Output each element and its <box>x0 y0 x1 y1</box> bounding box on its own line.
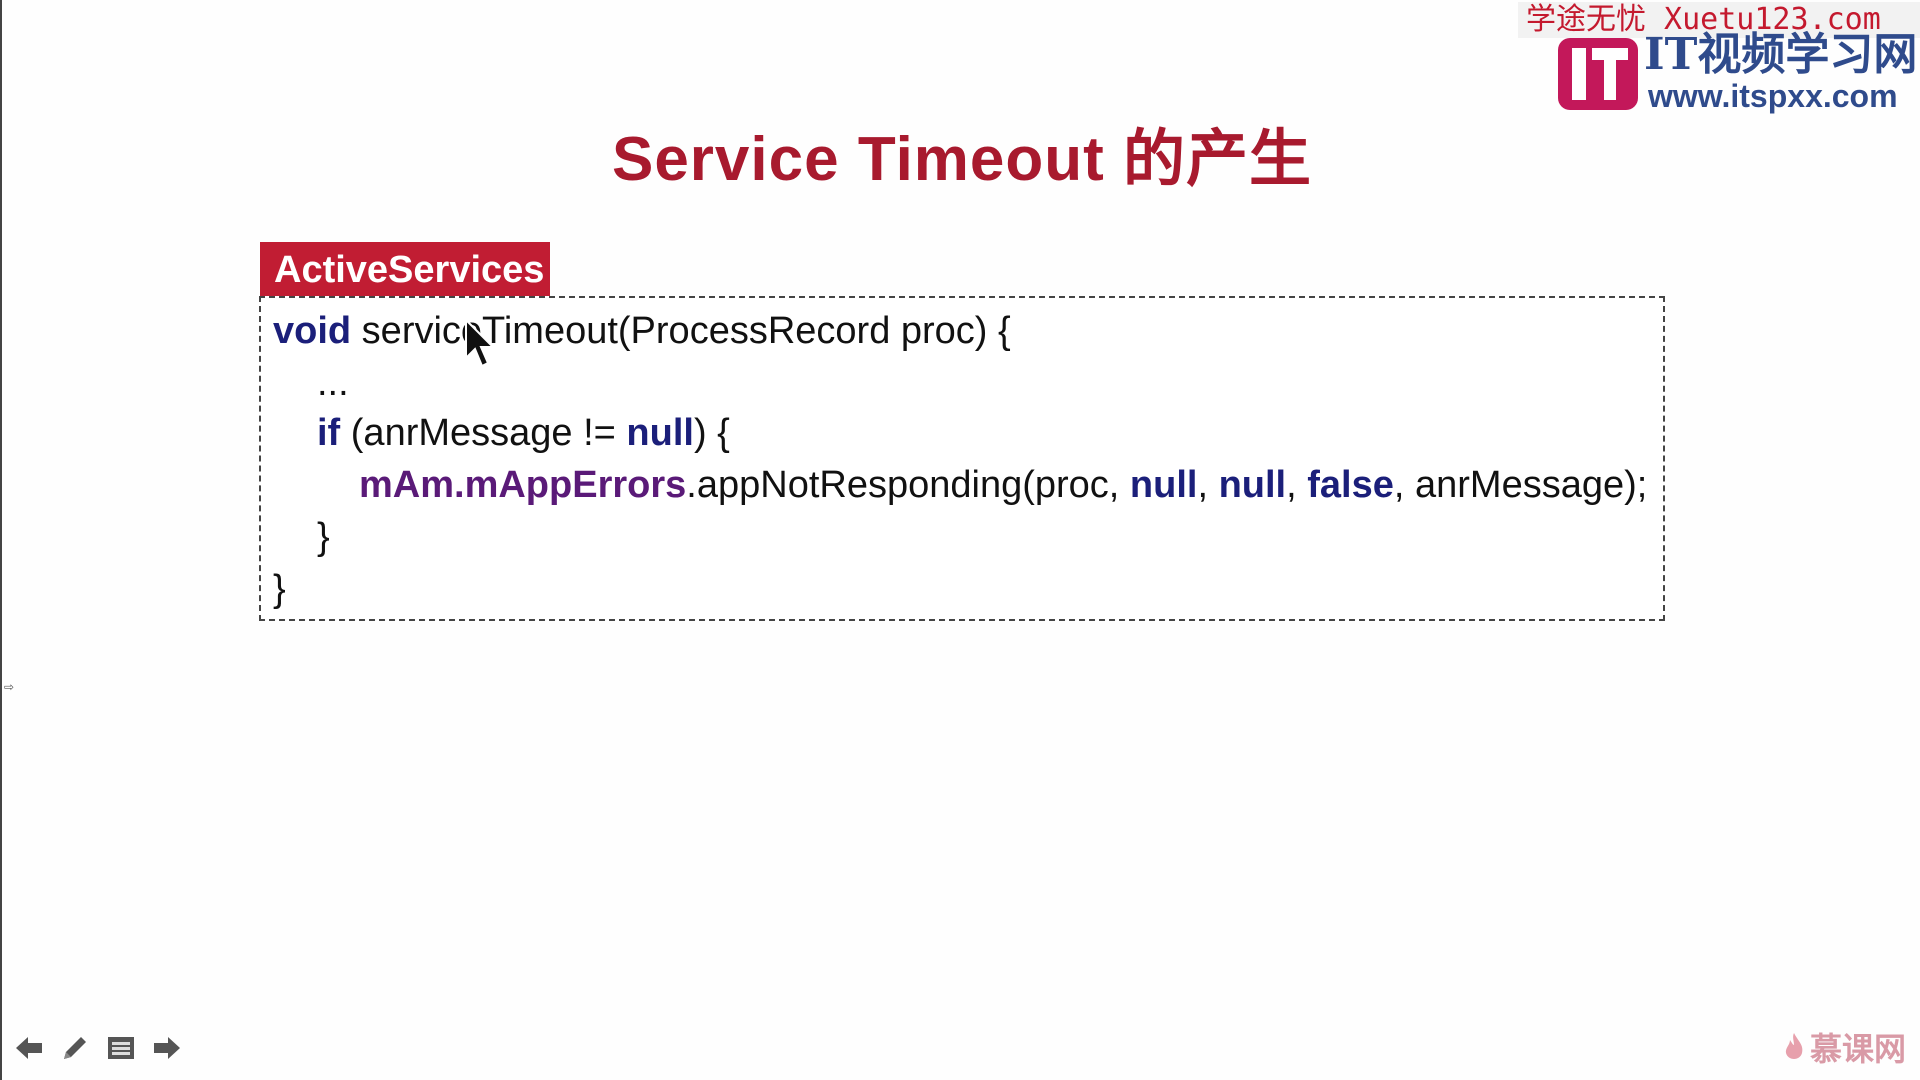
code-keyword: null <box>1218 464 1287 506</box>
code-text: } <box>273 568 286 610</box>
slide-nav <box>12 1030 184 1066</box>
it-logo-icon <box>1558 34 1638 112</box>
footer-logo-text: 慕课网 <box>1809 1030 1906 1068</box>
code-keyword: if <box>317 412 341 454</box>
code-keyword: false <box>1307 464 1394 506</box>
mouse-cursor-icon <box>464 317 496 370</box>
code-text: , <box>1197 464 1219 506</box>
code-text: (anrMessage != <box>340 412 627 454</box>
menu-icon[interactable] <box>104 1031 138 1065</box>
code-text: , anrMessage); <box>1393 464 1648 506</box>
arrow-right-icon[interactable] <box>150 1031 184 1065</box>
code-keyword: null <box>626 412 694 454</box>
code-text: , <box>1286 464 1308 506</box>
code-line-1: void serviceTimeout(ProcessRecord proc) … <box>273 310 1011 353</box>
footer-logo: 慕课网 <box>1782 1024 1906 1070</box>
watermark-brand: IT视频学习网 <box>1644 29 1918 80</box>
class-tag: ActiveServices <box>260 242 550 298</box>
code-line-5: } <box>317 516 330 559</box>
code-line-3: if (anrMessage != null) { <box>317 412 730 455</box>
code-text: } <box>317 516 330 558</box>
arrow-left-icon[interactable] <box>12 1031 46 1065</box>
edge-marker-icon: ⇨ <box>4 680 15 694</box>
code-keyword: null <box>1129 464 1198 506</box>
code-text: ... <box>317 362 349 404</box>
flame-icon <box>1785 1033 1803 1059</box>
code-text: .appNotResponding(proc, <box>686 464 1130 506</box>
pen-icon[interactable] <box>58 1031 92 1065</box>
code-line-4: mAm.mAppErrors.appNotResponding(proc, nu… <box>359 464 1647 507</box>
code-line-2: ... <box>317 362 349 405</box>
code-keyword: void <box>273 310 352 352</box>
slide-title: Service Timeout 的产生 <box>611 125 1313 194</box>
slide-stage: 学途无忧 Xuetu123.com IT视频学习网 www.itspxx.com… <box>0 0 1920 1080</box>
code-line-6: } <box>273 568 286 611</box>
code-text: ) { <box>693 412 730 454</box>
code-field: mAm.mAppErrors <box>359 464 687 506</box>
code-text: serviceTimeout(ProcessRecord proc) { <box>351 310 1011 352</box>
